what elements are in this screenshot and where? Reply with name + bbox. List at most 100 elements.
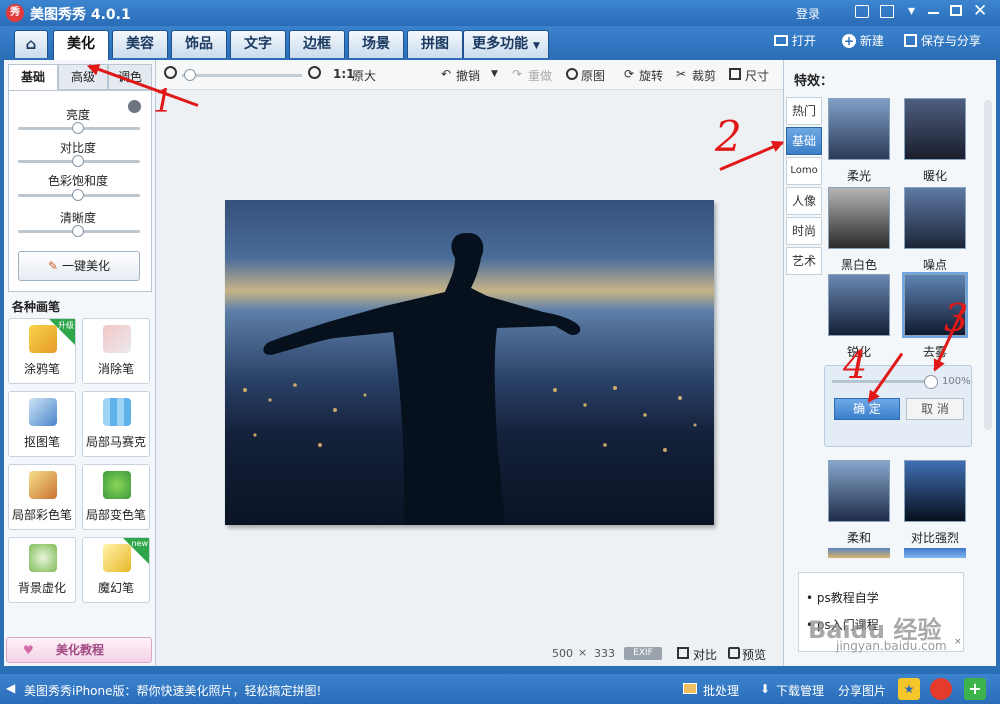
category-basic[interactable]: 基础 xyxy=(786,127,822,155)
saturation-knob[interactable] xyxy=(72,189,84,201)
magic-brush-tool[interactable]: new 魔幻笔 xyxy=(82,537,150,603)
batch-button[interactable]: 批处理 xyxy=(703,682,739,699)
effect-more-thumb-left[interactable] xyxy=(828,548,890,558)
effect-sharpen-thumb[interactable] xyxy=(828,274,890,336)
preview-button[interactable]: 预览 xyxy=(742,646,766,663)
open-button[interactable]: 打开 xyxy=(774,32,816,50)
ad-close-button[interactable]: × xyxy=(954,637,964,647)
original-image-button[interactable]: 原图 xyxy=(581,67,605,84)
edit-toolbar: 1:1 原大 ↶ 撤销 ▼ ↷ 重做 原图 ⟳ 旋转 ✂ 裁剪 尺寸 xyxy=(156,60,783,90)
download-icon[interactable]: ⬇ xyxy=(760,682,770,696)
undo-button[interactable]: 撤销 xyxy=(456,67,480,84)
contrast-knob[interactable] xyxy=(72,155,84,167)
size-button[interactable]: 尺寸 xyxy=(745,67,769,84)
local-color-brush-tool[interactable]: 局部彩色笔 xyxy=(8,464,76,530)
zoom-knob[interactable] xyxy=(184,69,196,81)
tab-accessories[interactable]: 饰品 xyxy=(171,30,227,58)
undo-dropdown-icon[interactable]: ▼ xyxy=(491,69,498,79)
tab-border[interactable]: 边框 xyxy=(289,30,345,58)
star-icon[interactable]: ★ xyxy=(898,678,920,700)
effect-warm-thumb[interactable] xyxy=(904,98,966,160)
message-icon[interactable] xyxy=(855,5,869,18)
resize-icon[interactable] xyxy=(729,68,741,80)
sharpness-knob[interactable] xyxy=(72,225,84,237)
sub-tab-basic[interactable]: 基础 xyxy=(8,64,58,90)
eraser-tool[interactable]: 消除笔 xyxy=(82,318,150,384)
sharpness-label: 清晰度 xyxy=(59,211,96,225)
minimize-icon[interactable] xyxy=(928,12,939,14)
compare-icon[interactable] xyxy=(677,647,689,659)
skin-icon[interactable] xyxy=(880,5,894,18)
category-lomo[interactable]: Lomo xyxy=(786,157,822,185)
scissors-icon[interactable]: ✂ xyxy=(676,67,686,81)
doodle-brush-label: 涂鸦笔 xyxy=(23,362,60,376)
ad-link-1[interactable]: • ps教程自学 xyxy=(806,589,879,606)
local-recolor-brush-tool[interactable]: 局部变色笔 xyxy=(82,464,150,530)
effect-high-contrast-label: 对比强烈 xyxy=(910,531,959,545)
tab-text[interactable]: 文字 xyxy=(230,30,286,58)
brightness-knob[interactable] xyxy=(72,122,84,134)
tab-face[interactable]: 美容 xyxy=(112,30,168,58)
photo-canvas[interactable] xyxy=(225,200,714,525)
background-blur-tool[interactable]: 背景虚化 xyxy=(8,537,76,603)
zoom-in-icon[interactable] xyxy=(308,66,321,79)
share-image-button[interactable]: 分享图片 xyxy=(838,682,886,699)
zoom-slider[interactable] xyxy=(182,74,302,77)
effect-soft-thumb[interactable] xyxy=(828,460,890,522)
save-share-button[interactable]: 保存与分享 xyxy=(904,32,981,50)
maximize-icon[interactable] xyxy=(950,5,962,16)
category-hot[interactable]: 热门 xyxy=(786,97,822,125)
photo-image xyxy=(243,232,697,525)
exif-button[interactable]: EXIF xyxy=(624,647,662,660)
effect-noise-thumb[interactable] xyxy=(904,187,966,249)
weibo-icon[interactable] xyxy=(930,678,952,700)
add-icon[interactable]: + xyxy=(964,678,986,700)
mosaic-tool[interactable]: 局部马赛克 xyxy=(82,391,150,457)
original-image-icon[interactable] xyxy=(566,68,578,80)
tab-beautify[interactable]: 美化 xyxy=(53,30,109,60)
undo-icon[interactable]: ↶ xyxy=(441,67,451,81)
effect-bw-thumb[interactable] xyxy=(828,187,890,249)
chevron-down-icon: ▼ xyxy=(532,41,540,51)
status-bar: ◀ 美图秀秀iPhone版：帮你快速美化照片，轻松搞定拼图! 批处理 ⬇ 下载管… xyxy=(0,674,1000,704)
original-size-button[interactable]: 原大 xyxy=(352,67,376,84)
rotate-icon[interactable]: ⟳ xyxy=(624,67,634,81)
cutout-brush-tool[interactable]: 抠图笔 xyxy=(8,391,76,457)
tab-collage[interactable]: 拼图 xyxy=(407,30,463,58)
menu-icon[interactable]: ▾ xyxy=(908,3,915,19)
batch-icon[interactable] xyxy=(683,683,697,694)
local-recolor-label: 局部变色笔 xyxy=(85,508,146,522)
upgrade-badge-label: 升级 xyxy=(58,321,74,330)
new-button[interactable]: + 新建 xyxy=(842,32,884,50)
compare-button[interactable]: 对比 xyxy=(693,646,717,663)
effects-scrollbar[interactable] xyxy=(984,100,992,430)
cancel-button[interactable]: 取 消 xyxy=(906,398,964,420)
intensity-knob[interactable] xyxy=(924,375,938,389)
close-icon[interactable]: ✕ xyxy=(973,1,987,21)
effect-high-contrast-thumb[interactable] xyxy=(904,460,966,522)
rotate-button[interactable]: 旋转 xyxy=(639,67,663,84)
effects-title: 特效： xyxy=(794,74,834,89)
plus-circle-icon: + xyxy=(842,34,856,48)
download-manager-button[interactable]: 下载管理 xyxy=(776,682,824,699)
effect-more-thumb-right[interactable] xyxy=(904,548,966,558)
tab-more-functions[interactable]: 更多功能 ▼ xyxy=(463,30,549,58)
new-label: 新建 xyxy=(859,34,884,48)
redo-button: 重做 xyxy=(528,69,553,83)
blur-icon xyxy=(29,544,57,572)
category-art[interactable]: 艺术 xyxy=(786,247,822,275)
status-message[interactable]: 美图秀秀iPhone版：帮你快速美化照片，轻松搞定拼图! xyxy=(24,682,321,699)
tutorial-button[interactable]: ♥ 美化教程 xyxy=(6,637,152,663)
doodle-brush-tool[interactable]: 升级 涂鸦笔 xyxy=(8,318,76,384)
one-click-beautify-button[interactable]: ✎ 一键美化 xyxy=(18,251,140,281)
crop-button[interactable]: 裁剪 xyxy=(692,67,716,84)
category-portrait[interactable]: 人像 xyxy=(786,187,822,215)
home-tab[interactable]: ⌂ xyxy=(14,30,48,58)
effect-soft-light-thumb[interactable] xyxy=(828,98,890,160)
folder-icon xyxy=(774,35,788,46)
tab-scene[interactable]: 场景 xyxy=(348,30,404,58)
preview-icon[interactable] xyxy=(728,647,740,659)
zoom-out-icon[interactable] xyxy=(164,66,177,79)
login-link[interactable]: 登录 xyxy=(796,5,820,22)
category-fashion[interactable]: 时尚 xyxy=(786,217,822,245)
